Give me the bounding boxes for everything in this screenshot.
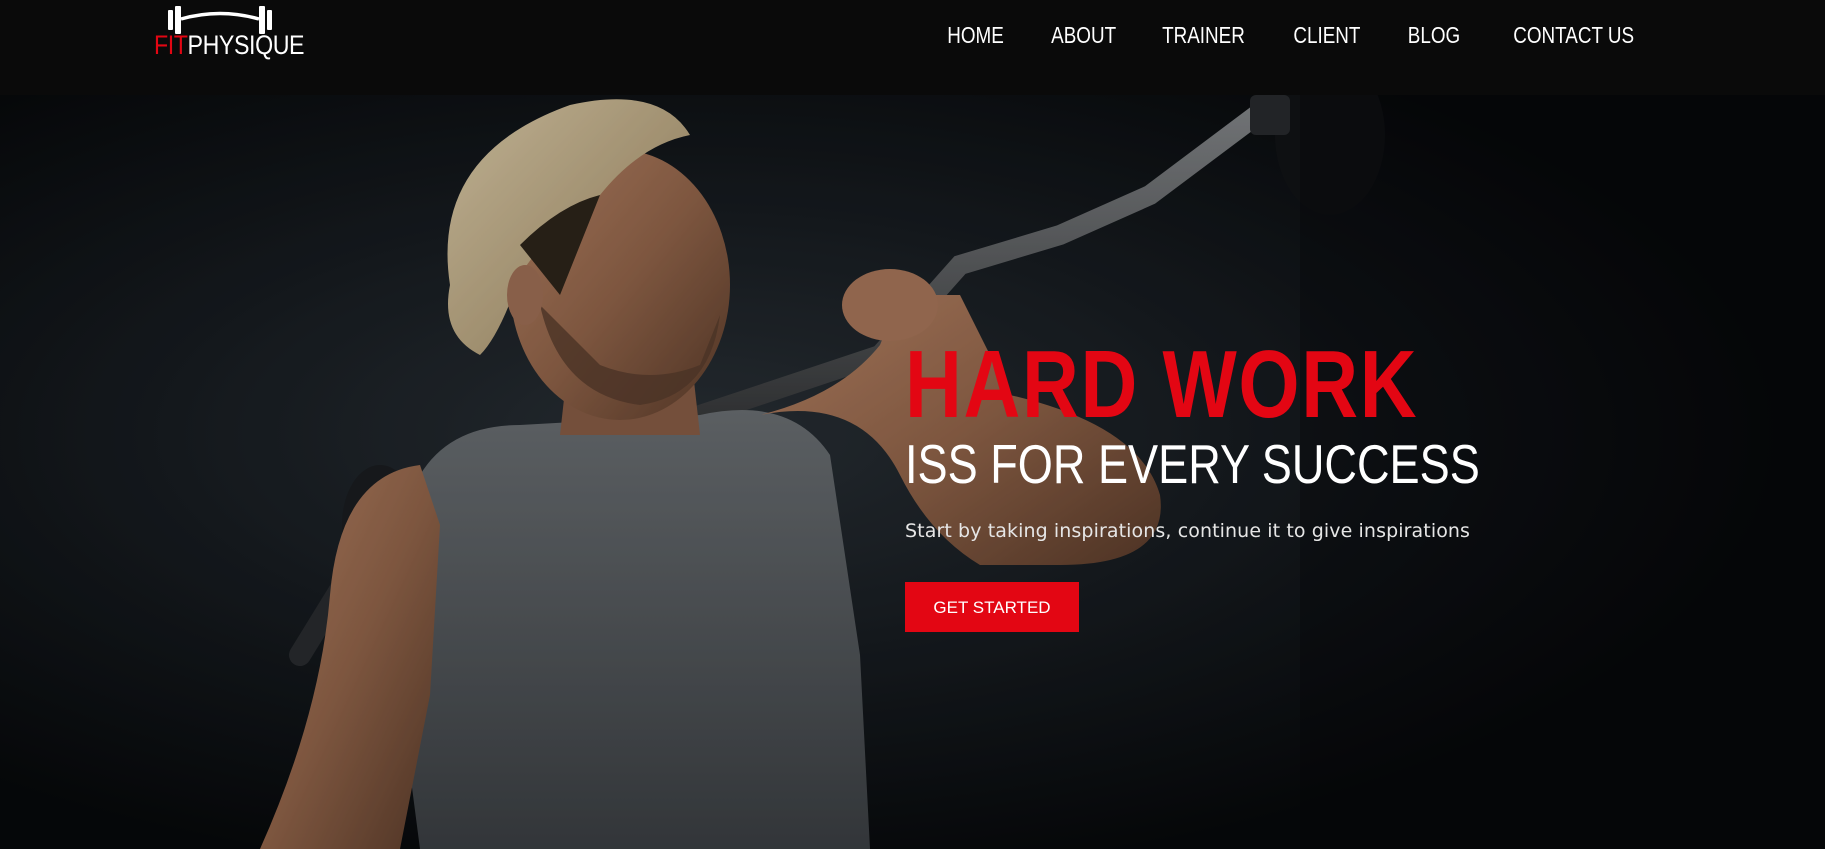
brand-logo[interactable]: FITPHYSIQUE	[154, 6, 305, 68]
hero-content: HARD WORK ISS FOR EVERY SUCCESS Start by…	[905, 337, 1605, 632]
nav-item-about[interactable]: ABOUT	[1044, 20, 1122, 50]
logo-wordmark: FITPHYSIQUE	[154, 30, 305, 60]
page: FITPHYSIQUE HOME ABOUT TRAINER CLIENT BL…	[0, 0, 1825, 849]
nav-item-blog[interactable]: BLOG	[1401, 20, 1467, 50]
hero-title: HARD WORK	[905, 331, 1419, 438]
nav-item-client[interactable]: CLIENT	[1287, 20, 1367, 50]
nav-item-home[interactable]: HOME	[940, 20, 1010, 50]
get-started-button[interactable]: GET STARTED	[905, 582, 1079, 632]
top-navbar: FITPHYSIQUE HOME ABOUT TRAINER CLIENT BL…	[0, 0, 1825, 95]
main-nav: HOME ABOUT TRAINER CLIENT BLOG CONTACT U…	[931, 20, 1655, 50]
nav-item-trainer[interactable]: TRAINER	[1155, 20, 1251, 50]
hero-section: HARD WORK ISS FOR EVERY SUCCESS Start by…	[0, 95, 1825, 849]
hero-subtitle: ISS FOR EVERY SUCCESS	[905, 433, 1480, 495]
hero-tagline: Start by taking inspirations, continue i…	[905, 520, 1471, 542]
logo-fit-text: FIT	[154, 30, 188, 60]
nav-item-contact-us[interactable]: CONTACT US	[1506, 20, 1640, 50]
logo-physique-text: PHYSIQUE	[187, 30, 305, 60]
